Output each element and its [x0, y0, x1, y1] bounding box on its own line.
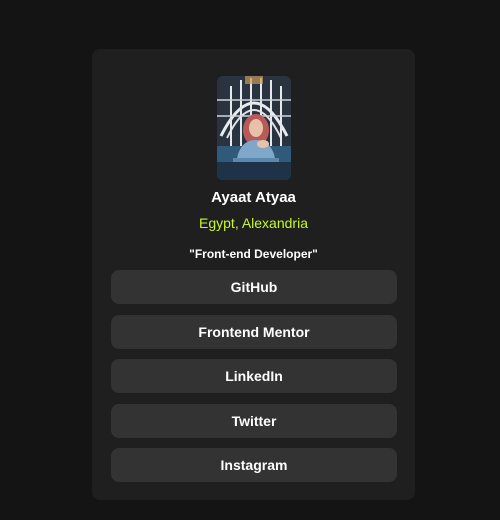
instagram-link-button[interactable]: Instagram [111, 448, 397, 482]
profile-bio: "Front-end Developer" [189, 247, 318, 261]
avatar-photo [217, 76, 291, 180]
github-link-button[interactable]: GitHub [111, 270, 397, 304]
social-links-list: GitHub Frontend Mentor LinkedIn Twitter … [111, 270, 397, 493]
page: Ayaat Atyaa Egypt, Alexandria "Front-end… [0, 0, 500, 520]
frontend-mentor-link-button[interactable]: Frontend Mentor [111, 314, 397, 349]
profile-card: Ayaat Atyaa Egypt, Alexandria "Front-end… [92, 49, 415, 500]
avatar [217, 76, 291, 180]
profile-location: Egypt, Alexandria [199, 215, 308, 231]
profile-name: Ayaat Atyaa [211, 189, 296, 206]
linkedin-link-button[interactable]: LinkedIn [111, 359, 397, 393]
twitter-link-button[interactable]: Twitter [111, 403, 397, 438]
